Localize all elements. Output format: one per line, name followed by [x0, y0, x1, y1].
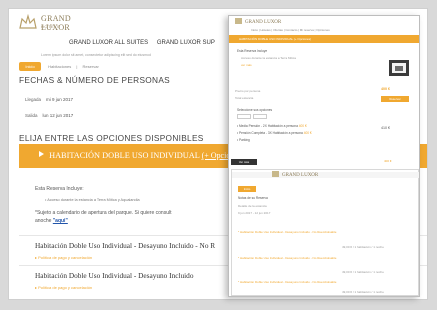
notes-price: 49,00 € / 1 habitación / 1 noche: [342, 245, 384, 249]
subtitle: Lorem ipsum dolor sit amet, consectetur …: [41, 53, 151, 57]
arrival-label: Llegada: [25, 97, 42, 102]
notes-title: Notas de su Reserva: [238, 196, 268, 200]
notes-tab[interactable]: Inicio: [238, 186, 256, 192]
includes-item: • Acceso durante la estancia a Terra Mít…: [45, 198, 140, 202]
park-note-text: *Sujeto a calendario de apertura del par…: [35, 210, 172, 216]
overlay-room-header[interactable]: HABITACIÓN DOBLE USO INDIVIDUAL (+ Opcio…: [229, 35, 419, 43]
arrival-date[interactable]: mi 9 jun 2017: [46, 97, 73, 102]
triangle-right-icon: [39, 151, 44, 157]
room-type-title: HABITACIÓN DOBLE USO INDIVIDUAL: [49, 151, 200, 160]
room-option-title[interactable]: Habitación Doble Uso Individual - Desayu…: [35, 241, 215, 250]
breadcrumb-item[interactable]: Reservar: [83, 64, 99, 69]
notes-header: [232, 172, 419, 178]
overlay-total-label: Total estancia: [235, 96, 254, 100]
cancellation-policy-link[interactable]: ▸ Política de pago y cancelación: [35, 285, 92, 290]
park-note-prefix: anoche: [35, 218, 52, 224]
overlay-select[interactable]: [253, 114, 267, 119]
dates-section-title: FECHAS & NÚMERO DE PERSONAS: [19, 75, 171, 85]
hotel-nav: GRAND LUXOR ALL SUITES GRAND LUXOR SUP: [69, 40, 222, 46]
notes-item[interactable]: * Habitación Doble Uso Individual - Desa…: [238, 256, 336, 260]
includes-label: Esta Reserva Incluye:: [35, 186, 84, 192]
room-photo[interactable]: [389, 60, 409, 76]
overlay-dark-button[interactable]: Ver más: [231, 159, 257, 165]
overlay-book-button[interactable]: Reservar: [381, 96, 409, 102]
room-option-title[interactable]: Habitación Doble Uso Individual - Desayu…: [35, 271, 193, 280]
hotel-logo[interactable]: GRAND LUXOR HOTELS: [19, 13, 89, 33]
overlay-logo[interactable]: GRAND LUXOR: [235, 18, 281, 25]
breadcrumb-home[interactable]: Inicio: [19, 62, 41, 71]
notes-subtitle: Detalle de la estancia: [238, 204, 267, 208]
departure-label: Salida: [25, 113, 38, 118]
reservation-notes-panel: GRAND LUXOR Inicio Notas de su Reserva D…: [231, 169, 419, 296]
park-note: *Sujeto a calendario de apertura del par…: [35, 209, 171, 225]
notes-date: 9 jun 2017 - 12 jun 2017: [238, 211, 271, 215]
notes-item[interactable]: * Habitación Doble Uso Individual - Desa…: [238, 280, 336, 284]
departure-row: Salida lun 12 jun 2017: [25, 113, 73, 118]
notes-logo: GRAND LUXOR: [272, 171, 318, 178]
crown-logo-icon: [19, 14, 37, 29]
overlay-include-item: Acceso durante la estancia a Terra Mític…: [241, 56, 296, 60]
breadcrumb: Inicio Habitaciones | Reservar: [19, 62, 99, 72]
overlay-screenshot: GRAND LUXOR Inicio | Hoteles | Ofertas |…: [228, 15, 420, 297]
arrival-row: Llegada mi 9 jun 2017: [25, 97, 73, 102]
notes-item[interactable]: * Habitación Doble Uso Individual - Desa…: [238, 230, 336, 234]
overlay-option[interactable]: • Media Pensión - 2X Habitación a person…: [237, 124, 307, 128]
notes-price: 49,00 € / 1 habitación / 1 noche: [342, 270, 384, 274]
crown-logo-icon: [235, 18, 242, 24]
breadcrumb-item[interactable]: Habitaciones: [48, 64, 71, 69]
overlay-includes: Esta Reserva Incluye: [237, 49, 268, 53]
overlay-select[interactable]: [237, 114, 251, 119]
overlay-option[interactable]: • Parking: [237, 138, 250, 142]
overlay-more-link[interactable]: ver más: [241, 63, 252, 67]
notes-price: 49,00 € / 1 habitación / 1 noche: [342, 290, 384, 294]
logo-name: GRAND LUXOR: [41, 14, 71, 32]
room-options-link[interactable]: (+ Opcio: [202, 151, 231, 160]
options-title: ELIJA ENTRE LAS OPCIONES DISPONIBLES: [19, 133, 204, 143]
crown-logo-icon: [272, 171, 279, 177]
hotel-link-all-suites[interactable]: GRAND LUXOR ALL SUITES: [69, 40, 148, 46]
overlay-options-title: Seleccione sus opciones: [237, 108, 273, 112]
overlay-amount: 410 €: [381, 126, 390, 130]
hotel-link-superior[interactable]: GRAND LUXOR SUP: [157, 40, 215, 46]
departure-date[interactable]: lun 12 jun 2017: [43, 113, 74, 118]
aqui-link[interactable]: "aqui": [53, 218, 68, 224]
overlay-price: 400 €: [381, 87, 390, 91]
logo-tag: HOTELS: [41, 24, 61, 29]
overlay-nav[interactable]: Inicio | Hoteles | Ofertas | Contacto | …: [251, 28, 330, 32]
overlay-option[interactable]: • Pensión Completa - 3X Habitación a per…: [237, 131, 312, 135]
overlay-price-small: 400 €: [384, 159, 392, 163]
overlay-price-label: Precio por persona: [235, 89, 261, 93]
cancellation-policy-link[interactable]: ▸ Política de pago y cancelación: [35, 255, 92, 260]
